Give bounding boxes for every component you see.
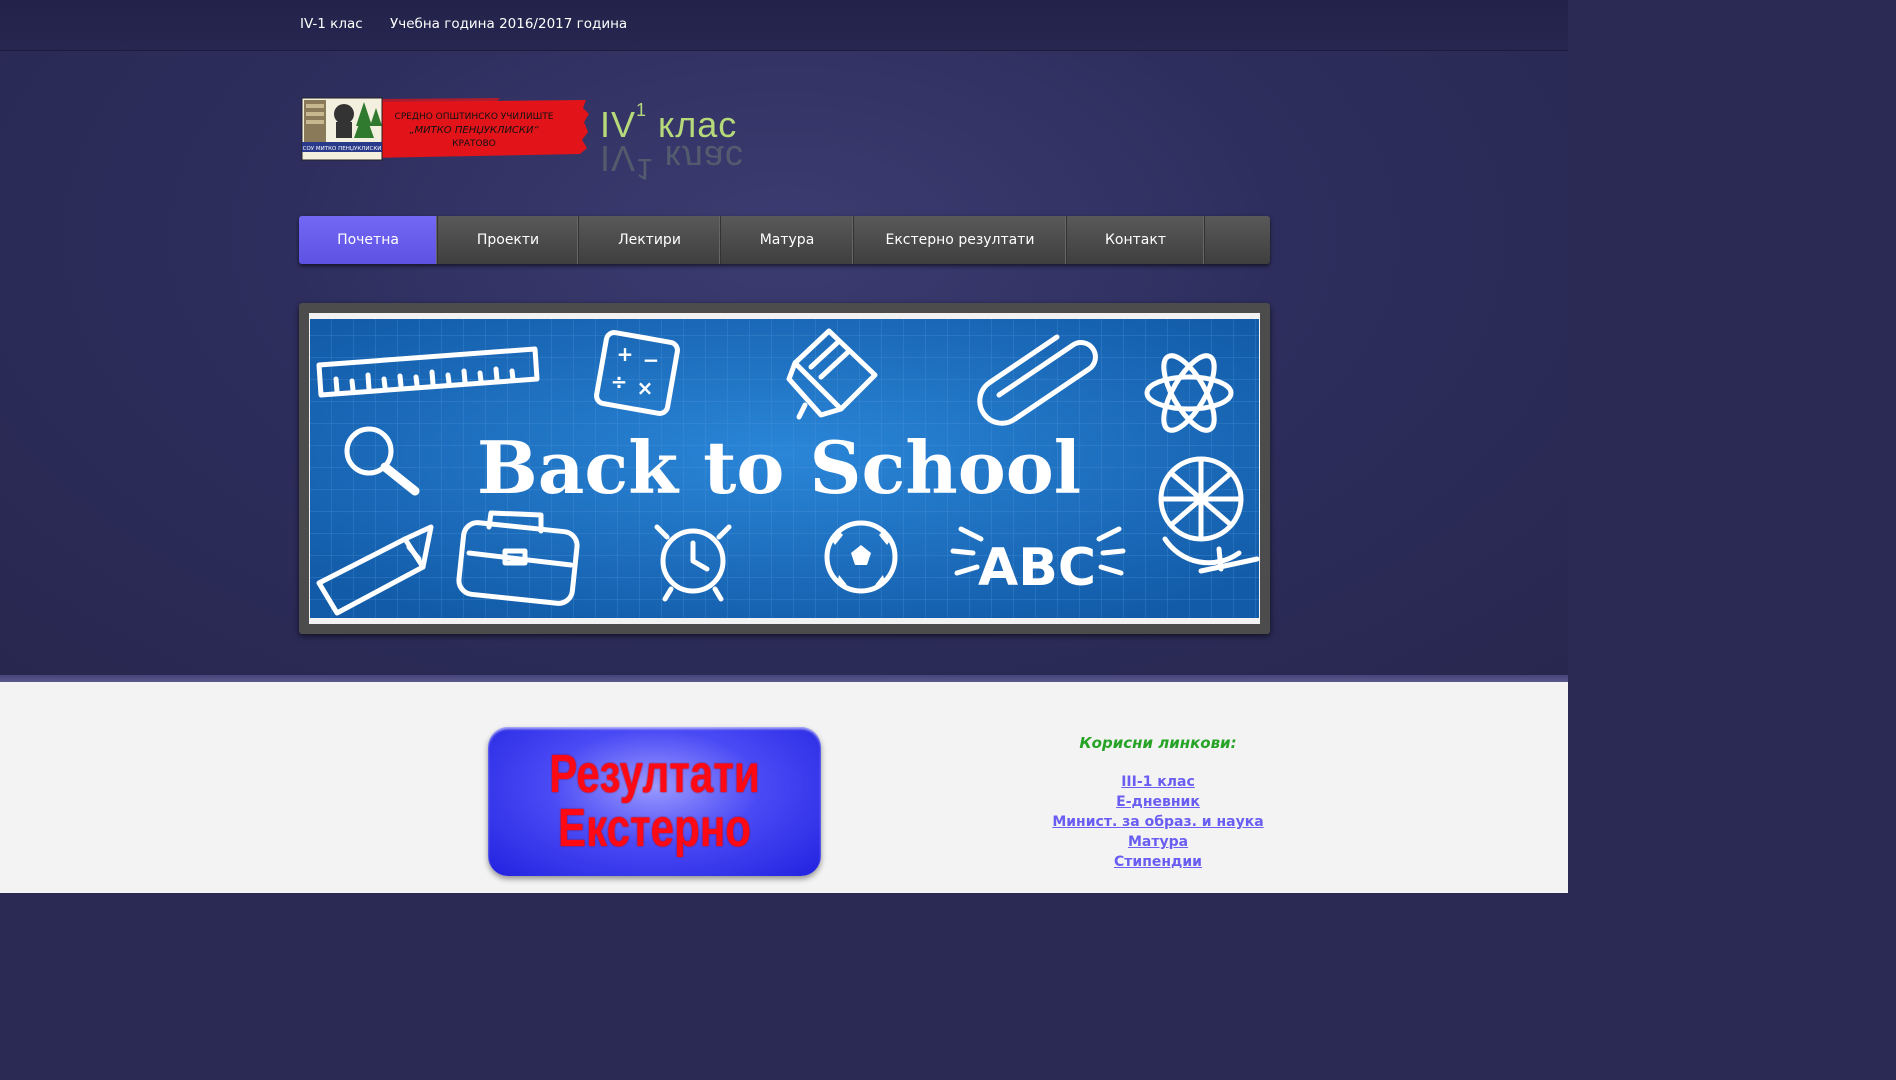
banner-title: Back to School <box>477 425 1081 510</box>
logo-badge-text: СОУ МИТКО ПЕНЏУКЛИСКИ <box>303 146 382 152</box>
calc-div: ÷ <box>611 370 628 394</box>
results-line-2: Екстерно <box>557 798 752 858</box>
nav-item-contact[interactable]: Контакт <box>1067 216 1205 264</box>
class-label: IV-1 клас <box>300 16 363 32</box>
school-logo[interactable]: СОУ МИТКО ПЕНЏУКЛИСКИ СРЕДНО ОПШТИНСКО У… <box>300 96 590 168</box>
external-results-button[interactable]: Резултати Екстерно <box>488 727 821 876</box>
main-nav: Почетна Проекти Лектири Матура Екстерно … <box>299 216 1270 264</box>
calc-plus: + <box>617 342 634 366</box>
results-line-1: Резултати <box>549 744 760 804</box>
logo-line-2: „МИТКО ПЕНЏУКЛИСКИ“ <box>409 125 539 136</box>
top-bar: IV-1 клас Учебна година 2016/2017 година <box>0 0 1568 51</box>
nav-item-projects[interactable]: Проекти <box>438 216 579 264</box>
link-scholarships[interactable]: Стипендии <box>1000 852 1316 872</box>
site-title-reflection: IV1 клас <box>600 138 744 185</box>
main-content: Резултати Екстерно Корисни линкови: III-… <box>0 682 1568 893</box>
link-e-diary[interactable]: Е-дневник <box>1000 792 1316 812</box>
link-ministry-education[interactable]: Минист. за образ. и наука <box>1000 812 1316 832</box>
logo-line-3: КРАТОВО <box>452 139 496 149</box>
nav-item-external-results[interactable]: Екстерно резултати <box>854 216 1067 264</box>
school-year-label: Учебна година 2016/2017 година <box>390 16 628 32</box>
useful-links-list: III-1 клас Е-дневник Минист. за образ. и… <box>1000 772 1316 872</box>
nav-item-matura[interactable]: Матура <box>721 216 854 264</box>
back-to-school-banner: + − ÷ × Back to School ABC <box>309 313 1260 624</box>
nav-item-readings[interactable]: Лектири <box>579 216 721 264</box>
calc-times: × <box>637 376 654 400</box>
section-divider <box>0 675 1568 682</box>
logo-line-1: СРЕДНО ОПШТИНСКО УЧИЛИШТЕ <box>395 112 554 122</box>
calc-minus: − <box>643 348 660 372</box>
nav-item-home[interactable]: Почетна <box>299 216 438 264</box>
useful-links-title: Корисни линкови: <box>1079 734 1237 752</box>
banner-frame: + − ÷ × Back to School ABC <box>299 303 1270 634</box>
banner-abc: ABC <box>978 538 1096 598</box>
link-class-iii-1[interactable]: III-1 клас <box>1000 772 1316 792</box>
link-matura[interactable]: Матура <box>1000 832 1316 852</box>
